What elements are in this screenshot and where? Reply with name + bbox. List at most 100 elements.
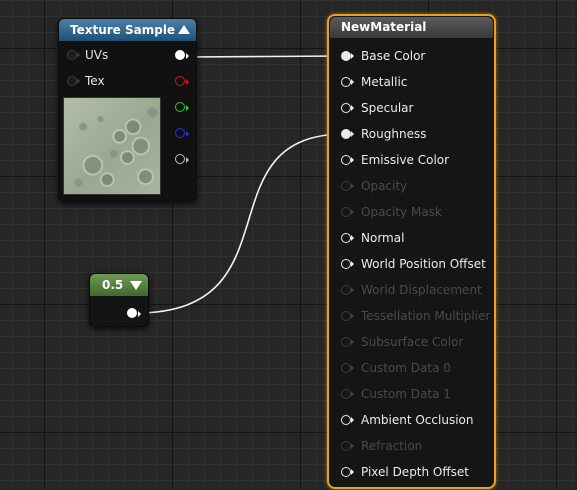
refraction-pin-icon[interactable]	[341, 441, 351, 451]
pin-base-color[interactable]: Base Color	[341, 46, 506, 66]
world-position-offset-label: World Position Offset	[361, 257, 486, 271]
pin-emissive-color[interactable]: Emissive Color	[341, 150, 506, 170]
pixel-depth-offset-pin-icon[interactable]	[341, 467, 351, 477]
alpha-output-pin-icon[interactable]	[175, 154, 185, 164]
custom-data-0-label: Custom Data 0	[361, 361, 451, 375]
metallic-pin-icon[interactable]	[341, 77, 351, 87]
tessellation-multiplier-pin-arrow-icon	[351, 313, 354, 319]
roughness-pin-arrow-icon	[351, 131, 354, 137]
pin-world-position-offset[interactable]: World Position Offset	[341, 254, 506, 274]
texture-sample-node[interactable]: Texture Sample UVs Tex	[58, 18, 197, 202]
texture-sample-title: Texture Sample	[70, 23, 176, 37]
material-result-node[interactable]: NewMaterial Base Color Metallic Specular Ro…	[327, 14, 496, 489]
pin-roughness[interactable]: Roughness	[341, 124, 506, 144]
tessellation-multiplier-label: Tessellation Multiplier	[361, 309, 491, 323]
opacity-pin-icon[interactable]	[341, 181, 351, 191]
emissive-color-label: Emissive Color	[361, 153, 450, 167]
metallic-pin-arrow-icon	[351, 79, 354, 85]
pin-custom-data-0[interactable]: Custom Data 0	[341, 358, 506, 378]
base-color-pin-arrow-icon	[351, 53, 354, 59]
roughness-pin-icon[interactable]	[341, 129, 351, 139]
green-output-arrow-icon	[186, 105, 189, 111]
pin-pixel-depth-offset[interactable]: Pixel Depth Offset	[341, 462, 506, 482]
specular-label: Specular	[361, 101, 414, 115]
pin-normal[interactable]: Normal	[341, 228, 506, 248]
normal-pin-arrow-icon	[351, 235, 354, 241]
wire-texture-to-base-color[interactable]	[185, 55, 346, 58]
world-position-offset-pin-arrow-icon	[351, 261, 354, 267]
world-position-offset-pin-icon[interactable]	[341, 259, 351, 269]
red-output-pin-icon[interactable]	[175, 76, 185, 86]
pin-metallic[interactable]: Metallic	[341, 72, 506, 92]
subsurface-color-label: Subsurface Color	[361, 335, 464, 349]
subsurface-color-pin-icon[interactable]	[341, 337, 351, 347]
pin-ambient-occlusion[interactable]: Ambient Occlusion	[341, 410, 506, 430]
blue-output-pin-icon[interactable]	[175, 128, 185, 138]
ambient-occlusion-pin-arrow-icon	[351, 417, 354, 423]
base-color-label: Base Color	[361, 49, 426, 63]
tex-pin-arrow-icon	[77, 78, 80, 84]
opacity-pin-arrow-icon	[351, 183, 354, 189]
pin-opacity-mask[interactable]: Opacity Mask	[341, 202, 506, 222]
pin-tessellation-multiplier[interactable]: Tessellation Multiplier	[341, 306, 506, 326]
tex-label: Tex	[85, 74, 105, 88]
metallic-label: Metallic	[361, 75, 408, 89]
uvs-pin-arrow-icon	[77, 52, 80, 58]
alpha-output-arrow-icon	[186, 157, 189, 163]
texture-sample-header[interactable]: Texture Sample	[59, 19, 196, 41]
world-displacement-pin-icon[interactable]	[341, 285, 351, 295]
custom-data-1-pin-arrow-icon	[351, 391, 354, 397]
subsurface-color-pin-arrow-icon	[351, 339, 354, 345]
blue-output-arrow-icon	[186, 131, 189, 137]
specular-pin-arrow-icon	[351, 105, 354, 111]
refraction-pin-arrow-icon	[351, 443, 354, 449]
constant-output-arrow-icon	[138, 311, 141, 317]
opacity-mask-pin-arrow-icon	[351, 209, 354, 215]
red-output-arrow-icon	[186, 79, 189, 85]
constant-node[interactable]: 0.5	[89, 273, 149, 327]
rgb-output-pin-icon[interactable]	[175, 50, 185, 60]
texture-thumbnail	[63, 97, 161, 195]
ambient-occlusion-pin-icon[interactable]	[341, 415, 351, 425]
pin-world-displacement[interactable]: World Displacement	[341, 280, 506, 300]
dropdown-arrow-icon[interactable]	[130, 281, 142, 290]
pin-specular[interactable]: Specular	[341, 98, 506, 118]
tex-pin-icon[interactable]	[67, 76, 77, 86]
opacity-mask-label: Opacity Mask	[361, 205, 442, 219]
pin-subsurface-color[interactable]: Subsurface Color	[341, 332, 506, 352]
opacity-mask-pin-icon[interactable]	[341, 207, 351, 217]
normal-pin-icon[interactable]	[341, 233, 351, 243]
normal-label: Normal	[361, 231, 405, 245]
world-displacement-label: World Displacement	[361, 283, 482, 297]
pin-opacity[interactable]: Opacity	[341, 176, 506, 196]
emissive-color-pin-arrow-icon	[351, 157, 354, 163]
emissive-color-pin-icon[interactable]	[341, 155, 351, 165]
ambient-occlusion-label: Ambient Occlusion	[361, 413, 474, 427]
pixel-depth-offset-pin-arrow-icon	[351, 469, 354, 475]
custom-data-0-pin-arrow-icon	[351, 365, 354, 371]
constant-value[interactable]: 0.5	[102, 278, 123, 292]
opacity-label: Opacity	[361, 179, 408, 193]
custom-data-0-pin-icon[interactable]	[341, 363, 351, 373]
pin-tex[interactable]: Tex	[67, 71, 107, 91]
constant-output-pin-icon[interactable]	[127, 308, 137, 318]
world-displacement-pin-arrow-icon	[351, 287, 354, 293]
custom-data-1-pin-icon[interactable]	[341, 389, 351, 399]
tessellation-multiplier-pin-icon[interactable]	[341, 311, 351, 321]
pin-uvs[interactable]: UVs	[67, 45, 108, 65]
pin-custom-data-1[interactable]: Custom Data 1	[341, 384, 506, 404]
refraction-label: Refraction	[361, 439, 423, 453]
roughness-label: Roughness	[361, 127, 427, 141]
specular-pin-icon[interactable]	[341, 103, 351, 113]
uvs-pin-icon[interactable]	[67, 50, 77, 60]
material-header[interactable]: NewMaterial	[330, 17, 493, 38]
green-output-pin-icon[interactable]	[175, 102, 185, 112]
base-color-pin-icon[interactable]	[341, 51, 351, 61]
material-title: NewMaterial	[341, 20, 427, 34]
pixel-depth-offset-label: Pixel Depth Offset	[361, 465, 469, 479]
texture-sample-body: UVs Tex	[59, 41, 196, 201]
collapse-arrow-icon[interactable]	[178, 25, 190, 34]
constant-header[interactable]: 0.5	[90, 274, 148, 296]
pin-refraction[interactable]: Refraction	[341, 436, 506, 456]
custom-data-1-label: Custom Data 1	[361, 387, 451, 401]
